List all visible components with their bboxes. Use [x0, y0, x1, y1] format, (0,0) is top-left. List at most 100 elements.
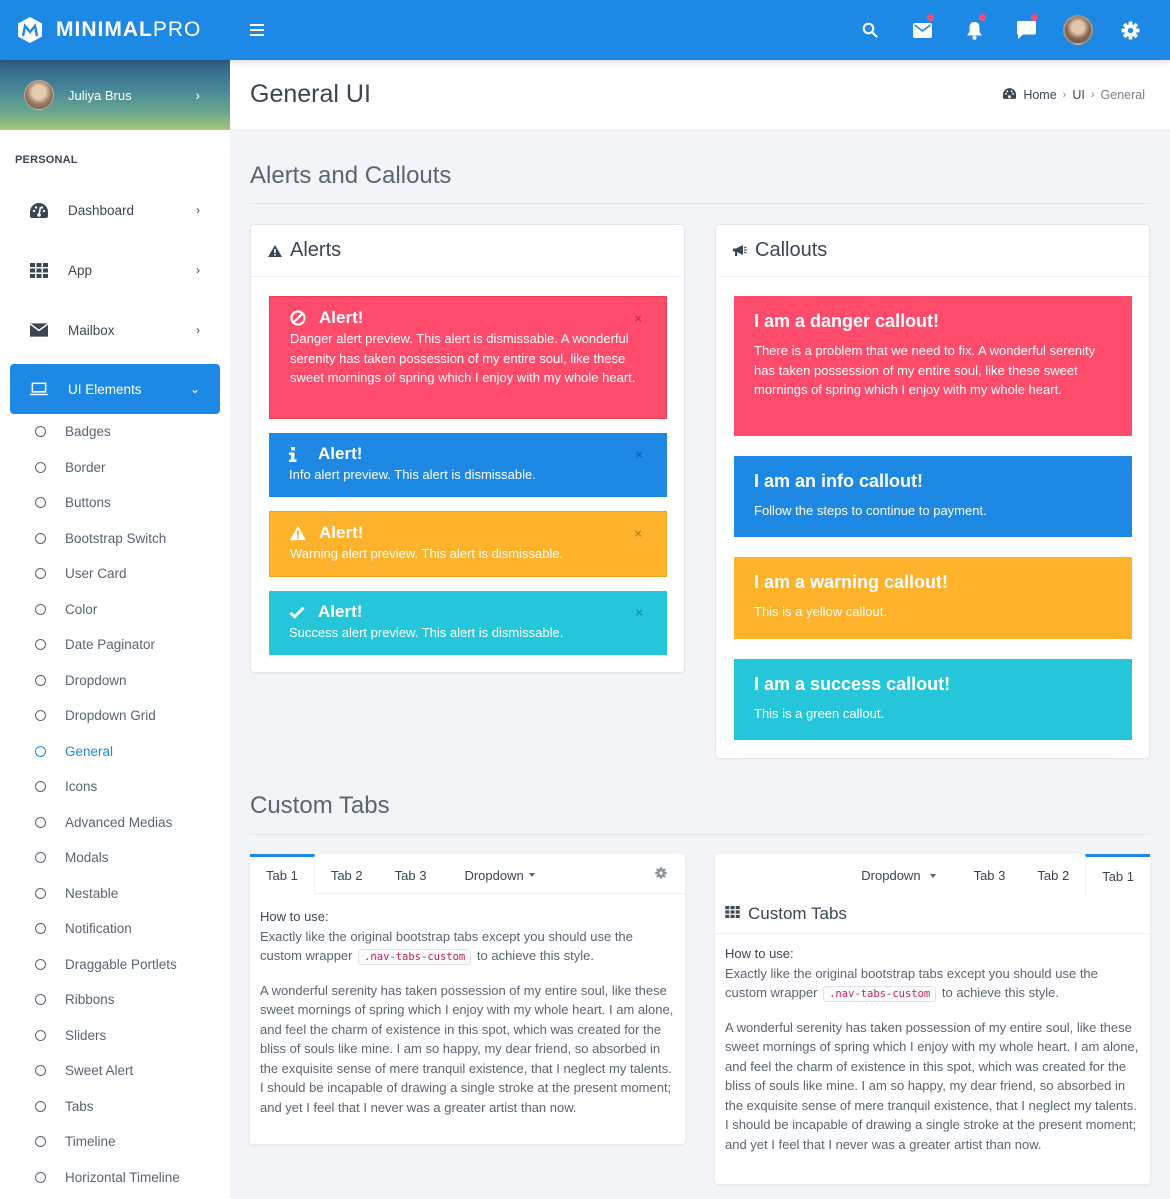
circle-icon	[35, 461, 46, 473]
close-icon[interactable]: ×	[635, 447, 643, 462]
alert-text: Danger alert preview. This alert is dism…	[290, 331, 636, 385]
tab-1[interactable]: Tab 1	[1085, 854, 1150, 895]
sidebar-subitem-icons[interactable]: Icons	[0, 769, 230, 805]
sidebar-item-app[interactable]: App ›	[0, 240, 230, 300]
notification-dot	[927, 14, 934, 21]
sidebar-subitem-label: Badges	[65, 424, 111, 440]
sidebar-subitem-sliders[interactable]: Sliders	[0, 1018, 230, 1054]
sidebar-subitem-user-card[interactable]: User Card	[0, 556, 230, 592]
tab-2[interactable]: Tab 2	[315, 854, 379, 893]
sidebar-subitem-draggable-portlets[interactable]: Draggable Portlets	[0, 947, 230, 983]
sidebar-subitem-badges[interactable]: Badges	[0, 414, 230, 450]
tab-dropdown[interactable]: Dropdown	[442, 854, 550, 893]
notifications-button[interactable]	[948, 0, 1000, 60]
sidebar-item-label: Dashboard	[68, 202, 135, 218]
sidebar-item-ui-elements[interactable]: UI Elements ⌄	[10, 364, 220, 414]
callout-success: I am a success callout! This is a green …	[734, 659, 1132, 740]
search-button[interactable]	[844, 0, 896, 60]
messages-button[interactable]	[1000, 0, 1052, 60]
tab-paragraph: A wonderful serenity has taken possessio…	[725, 1019, 1139, 1152]
sidebar-subitem-label: User Card	[65, 566, 127, 582]
circle-icon	[35, 603, 46, 615]
settings-button[interactable]	[1104, 0, 1156, 60]
breadcrumb-separator: ›	[1062, 89, 1067, 101]
sidebar-subitem-label: Tabs	[65, 1098, 94, 1114]
sidebar-item-dashboard[interactable]: Dashboard ›	[0, 180, 230, 240]
menu-toggle-icon[interactable]	[250, 24, 264, 36]
close-icon[interactable]: ×	[635, 605, 643, 620]
laptop-icon	[30, 380, 48, 398]
callouts-box-header: Callouts	[716, 225, 1149, 277]
chevron-right-icon: ›	[196, 263, 200, 277]
ban-icon	[290, 310, 306, 326]
user-menu-button[interactable]	[1052, 0, 1104, 60]
sidebar-subitem-nestable[interactable]: Nestable	[0, 876, 230, 912]
sidebar-subitem-bootstrap-switch[interactable]: Bootstrap Switch	[0, 521, 230, 557]
sidebar-subitem-modals[interactable]: Modals	[0, 840, 230, 876]
custom-tabs-title: Custom Tabs	[748, 903, 847, 923]
sidebar-subitem-dropdown-grid[interactable]: Dropdown Grid	[0, 698, 230, 734]
brand-name: MINIMALPRO	[56, 18, 202, 41]
how-to-use-text: Exactly like the original bootstrap tabs…	[725, 965, 1098, 1002]
sidebar-subitem-color[interactable]: Color	[0, 592, 230, 628]
sidebar-subitem-notification[interactable]: Notification	[0, 911, 230, 947]
breadcrumb-home[interactable]: Home	[1023, 88, 1056, 102]
tab-2[interactable]: Tab 2	[1021, 854, 1085, 894]
alert-title: Alert!	[319, 308, 364, 327]
sidebar-subitem-dropdown[interactable]: Dropdown	[0, 663, 230, 699]
close-icon[interactable]: ×	[634, 311, 642, 326]
circle-icon	[35, 568, 46, 580]
sidebar-subitem-border[interactable]: Border	[0, 450, 230, 486]
sidebar-subitem-label: Timeline	[65, 1134, 116, 1150]
gear-icon[interactable]	[655, 866, 667, 884]
tab-3[interactable]: Tab 3	[958, 854, 1022, 894]
chevron-right-icon: ›	[196, 203, 200, 217]
sidebar-item-label: UI Elements	[68, 381, 142, 397]
breadcrumb-ui[interactable]: UI	[1072, 88, 1085, 102]
tab-bar: Dropdown Tab 3 Tab 2 Tab 1	[715, 854, 1150, 895]
bell-icon	[966, 21, 982, 40]
callout-title: I am a warning callout!	[754, 572, 949, 592]
alert-text: Warning alert preview. This alert is dis…	[290, 546, 564, 561]
tab-3[interactable]: Tab 3	[379, 854, 443, 893]
sidebar-subitem-advanced-medias[interactable]: Advanced Medias	[0, 805, 230, 841]
mail-button[interactable]	[896, 0, 948, 60]
brand[interactable]: MINIMALPRO	[0, 0, 230, 60]
circle-icon	[35, 816, 46, 828]
sidebar-subitem-label: Advanced Medias	[65, 814, 173, 830]
sidebar-subitem-tabs[interactable]: Tabs	[0, 1089, 230, 1125]
tab-dropdown[interactable]: Dropdown	[845, 854, 957, 894]
sidebar-item-mailbox[interactable]: Mailbox ›	[0, 300, 230, 360]
sidebar-subitem-general[interactable]: General	[0, 734, 230, 770]
sidebar-subitem-date-paginator[interactable]: Date Paginator	[0, 627, 230, 663]
alert-danger: Alert! Danger alert preview. This alert …	[269, 296, 667, 419]
sidebar-subitem-horizontal-timeline[interactable]: Horizontal Timeline	[0, 1160, 230, 1196]
how-to-use-label: How to use:	[725, 946, 794, 961]
code-snippet: .nav-tabs-custom	[823, 986, 937, 1002]
sidebar-subitem-buttons[interactable]: Buttons	[0, 485, 230, 521]
content-header: General UI Home › UI › General	[230, 60, 1170, 129]
brand-logo-icon	[18, 17, 42, 43]
sidebar-subitem-sweet-alert[interactable]: Sweet Alert	[0, 1053, 230, 1089]
user-panel[interactable]: Juliya Brus ›	[0, 60, 230, 130]
search-icon	[862, 22, 878, 38]
tab-1[interactable]: Tab 1	[250, 854, 315, 894]
circle-icon	[35, 1136, 46, 1148]
close-icon[interactable]: ×	[634, 526, 642, 541]
circle-icon	[35, 1065, 46, 1077]
code-snippet: .nav-tabs-custom	[358, 949, 472, 965]
grid-icon	[30, 261, 48, 279]
section-divider	[250, 834, 1150, 835]
dashboard-icon	[1003, 88, 1017, 102]
sidebar-item-label: Mailbox	[68, 322, 115, 338]
callouts-title: Callouts	[755, 239, 828, 261]
sidebar-subitem-timeline[interactable]: Timeline	[0, 1124, 230, 1160]
notification-dot	[979, 14, 986, 21]
sidebar-subitem-ribbons[interactable]: Ribbons	[0, 982, 230, 1018]
alerts-title: Alerts	[290, 239, 342, 261]
mail-icon	[912, 22, 932, 38]
user-avatar	[1063, 15, 1093, 45]
envelope-icon	[30, 321, 48, 339]
alert-success: Alert! Success alert preview. This alert…	[269, 591, 667, 655]
alert-warning: Alert! Warning alert preview. This alert…	[269, 511, 667, 577]
